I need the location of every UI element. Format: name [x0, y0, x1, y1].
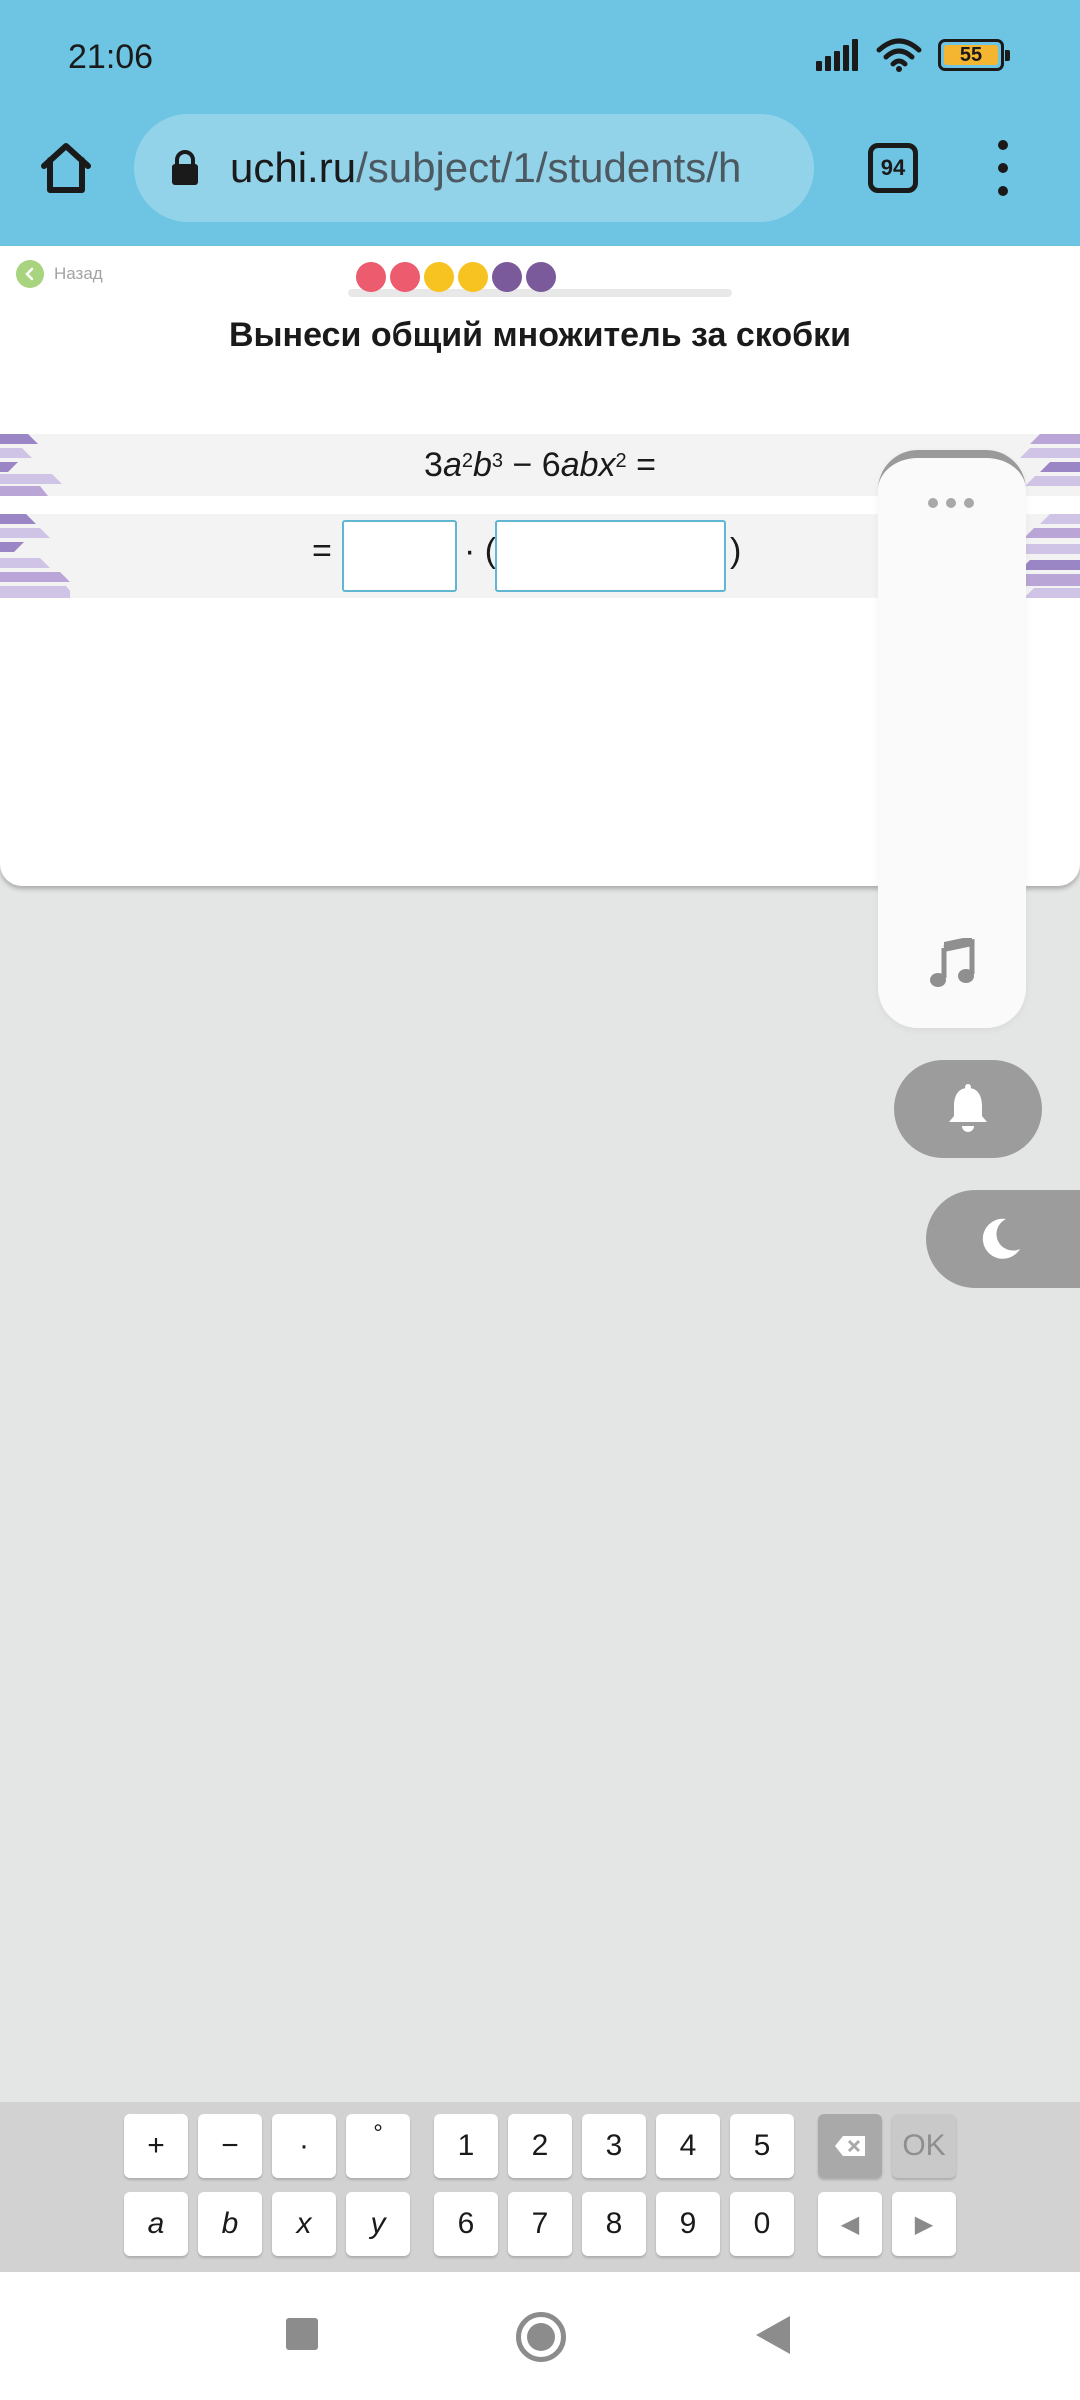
key-4[interactable]: 4 — [656, 2114, 720, 2178]
key-degree[interactable]: ° — [346, 2114, 410, 2178]
answer-dot-open: · ( — [464, 532, 497, 570]
answer-equals: = — [312, 532, 332, 570]
key-dot[interactable]: · — [272, 2114, 336, 2178]
key-8[interactable]: 8 — [582, 2192, 646, 2256]
cursor-left-key[interactable]: ◀ — [818, 2192, 882, 2256]
task-title: Вынеси общий множитель за скобки — [228, 316, 852, 354]
expr-exp-b: 3 — [491, 449, 504, 472]
home-icon[interactable] — [36, 138, 96, 198]
key-x[interactable]: x — [272, 2192, 336, 2256]
key-b[interactable]: b — [198, 2192, 262, 2256]
side-panel — [878, 450, 1026, 1028]
expr-exp-x: 2 — [615, 449, 627, 472]
back-label: Назад — [54, 264, 103, 283]
progress-dot — [356, 262, 386, 292]
expr-coef: 3 — [424, 445, 443, 484]
battery-level: 55 — [959, 43, 983, 66]
status-icons: 55 — [816, 38, 1010, 72]
key-plus[interactable]: + — [124, 2114, 188, 2178]
battery-icon: 55 — [938, 39, 1010, 71]
expr-var-b: b — [472, 445, 492, 484]
url-text: uchi.ru/subject/1/students/h — [230, 144, 790, 192]
bell-icon — [949, 1084, 987, 1132]
bell-button[interactable] — [894, 1060, 1042, 1158]
menu-icon[interactable] — [988, 140, 1018, 196]
key-1[interactable]: 1 — [434, 2114, 498, 2178]
backspace-key[interactable] — [818, 2114, 882, 2178]
expr-exp-a: 2 — [461, 449, 473, 472]
key-y[interactable]: y — [346, 2192, 410, 2256]
progress-dot — [492, 262, 522, 292]
url-path: /subject/1/students/h — [356, 144, 742, 191]
tab-count: 94 — [880, 155, 906, 180]
back-triangle-icon[interactable] — [756, 2316, 790, 2354]
recents-icon[interactable] — [286, 2318, 318, 2350]
tab-switcher-button[interactable]: 94 — [868, 143, 918, 193]
backspace-icon — [835, 2136, 865, 2156]
status-time: 21:06 — [68, 38, 154, 76]
night-mode-button[interactable] — [926, 1190, 1080, 1288]
key-3[interactable]: 3 — [582, 2114, 646, 2178]
key-6[interactable]: 6 — [434, 2192, 498, 2256]
home-circle-icon[interactable] — [516, 2312, 566, 2362]
url-domain: uchi.ru — [230, 144, 357, 191]
progress-dot — [526, 262, 556, 292]
key-a[interactable]: a — [124, 2192, 188, 2256]
progress-dot — [390, 262, 420, 292]
expr-var-a: a — [442, 445, 462, 484]
factor-input[interactable] — [342, 520, 457, 592]
lock-icon — [172, 150, 198, 185]
key-5[interactable]: 5 — [730, 2114, 794, 2178]
moon-icon — [982, 1218, 1020, 1259]
more-icon[interactable] — [928, 498, 974, 508]
expr-minus: − 6 — [503, 445, 561, 484]
address-bar[interactable]: uchi.ru/subject/1/students/h — [134, 114, 814, 222]
back-arrow-icon — [16, 260, 44, 288]
wifi-icon — [876, 38, 922, 72]
bracket-input[interactable] — [495, 520, 726, 592]
key-9[interactable]: 9 — [656, 2192, 720, 2256]
key-0[interactable]: 0 — [730, 2192, 794, 2256]
key-minus[interactable]: − — [198, 2114, 262, 2178]
key-7[interactable]: 7 — [508, 2192, 572, 2256]
signal-icon — [816, 39, 858, 71]
system-navbar — [0, 2272, 1080, 2400]
key-2[interactable]: 2 — [508, 2114, 572, 2178]
expr-equals: = — [626, 445, 656, 484]
answer-close: ) — [730, 532, 742, 570]
progress-dot — [458, 262, 488, 292]
cursor-right-key[interactable]: ▶ — [892, 2192, 956, 2256]
progress-dots — [356, 262, 556, 292]
browser-chrome: 21:06 55 uchi.ru/subject/1/students/h 94 — [0, 0, 1080, 246]
music-icon[interactable] — [930, 938, 976, 988]
math-keyboard: + − · ° 1 2 3 4 5 OK a b x y 6 7 8 9 0 ◀… — [0, 2102, 1080, 2272]
ok-key[interactable]: OK — [892, 2114, 956, 2178]
progress-dot — [424, 262, 454, 292]
expr-vars-abx: abx — [560, 445, 616, 484]
back-button[interactable]: Назад — [16, 260, 103, 288]
